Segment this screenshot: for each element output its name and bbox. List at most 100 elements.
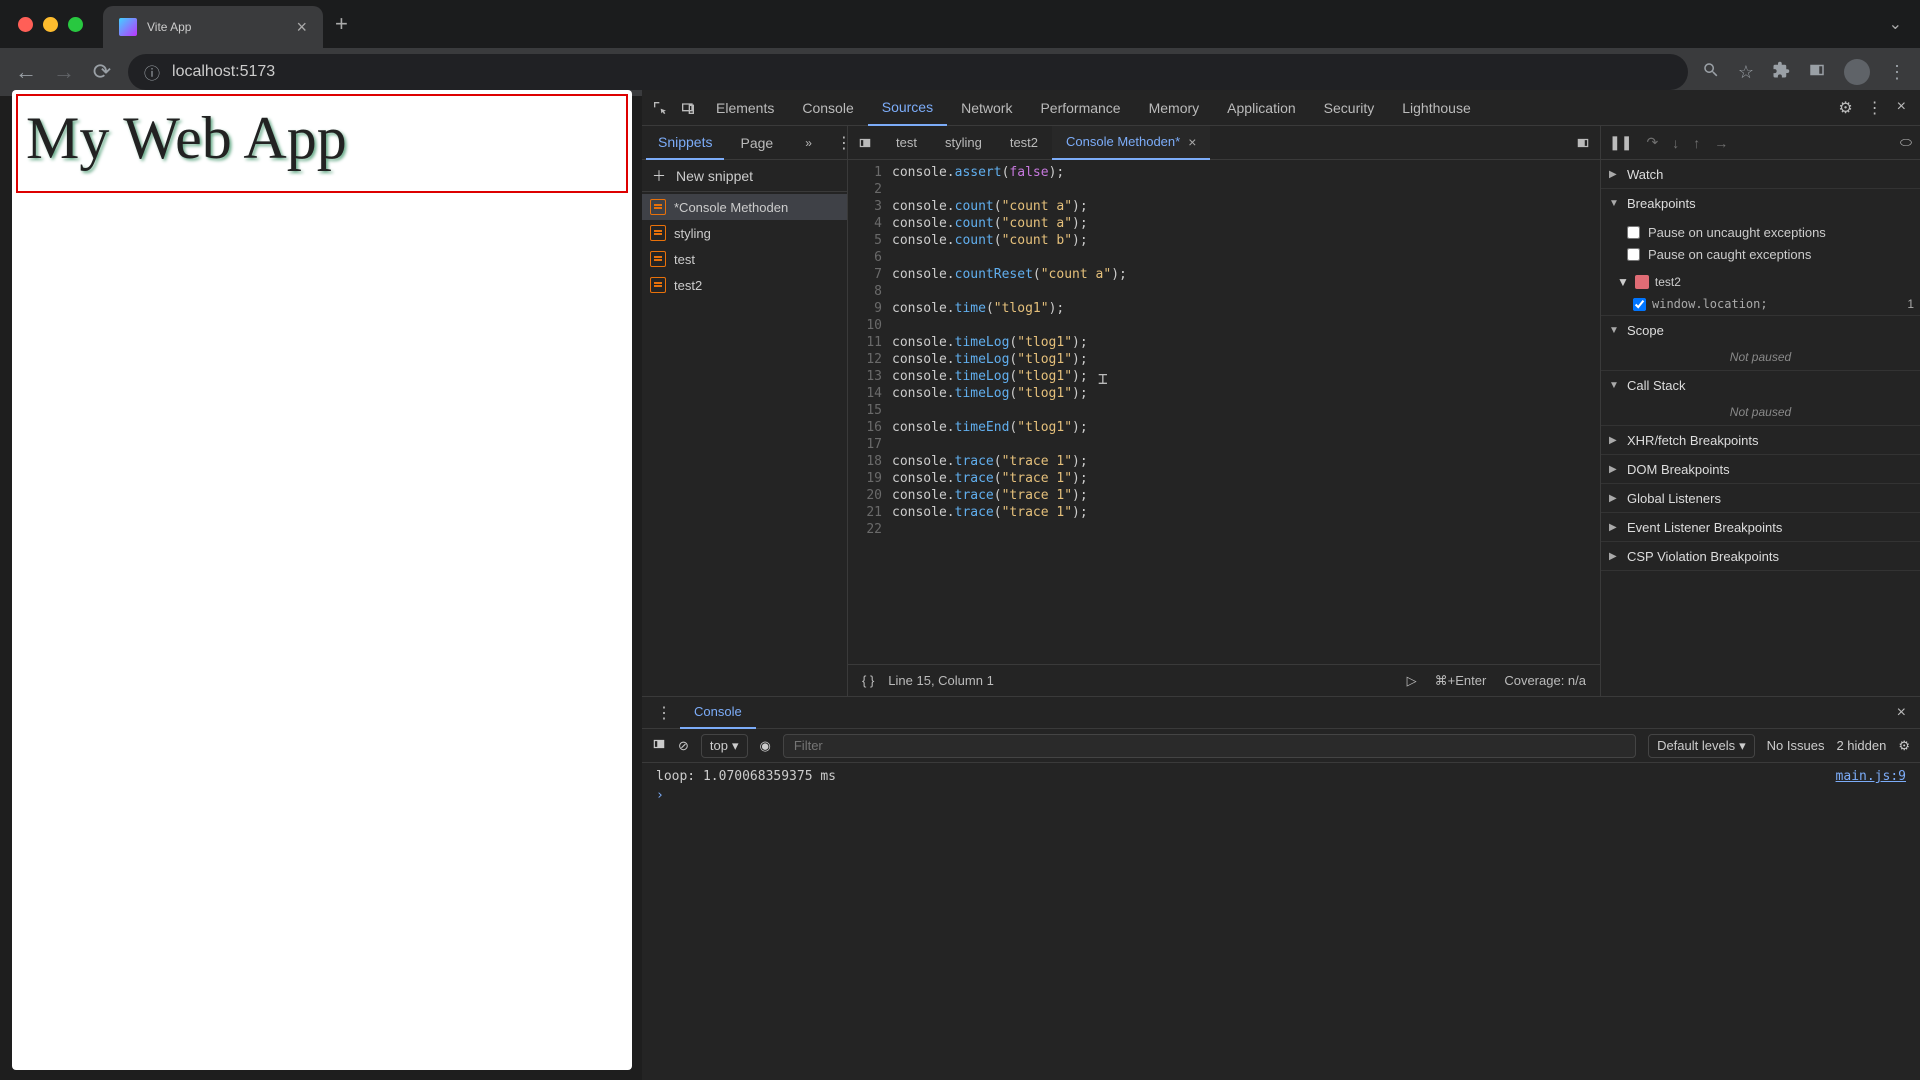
pause-icon[interactable]: ❚❚ [1609,134,1632,151]
url-text: localhost:5173 [172,63,275,81]
step-into-icon[interactable]: ↓ [1672,135,1679,151]
snippet-file-item[interactable]: styling [642,220,847,246]
scope-not-paused: Not paused [1601,344,1920,370]
toggle-sidebar-icon[interactable] [652,737,666,754]
drawer-tab-console[interactable]: Console [680,697,756,729]
devtools-tab-application[interactable]: Application [1213,90,1310,126]
csp-section[interactable]: ▶CSP Violation Breakpoints [1601,542,1920,570]
console-prompt[interactable]: › [656,784,1906,803]
side-panel-icon[interactable] [1808,61,1826,84]
toggle-navigator-icon[interactable] [848,136,882,150]
devtools-tab-network[interactable]: Network [947,90,1026,126]
editor-tab[interactable]: styling [931,126,996,160]
reload-button[interactable]: ⟳ [90,60,114,84]
live-expression-icon[interactable]: ◉ [760,738,771,754]
close-drawer-icon[interactable]: × [1897,704,1906,722]
bookmark-icon[interactable]: ☆ [1738,62,1754,83]
coverage-label: Coverage: n/a [1504,673,1586,688]
step-icon[interactable]: → [1714,135,1728,151]
code-content[interactable]: console.assert(false);console.count("cou… [892,160,1127,664]
zoom-icon[interactable] [1702,61,1720,84]
close-tab-icon[interactable]: × [1188,134,1196,150]
breakpoint-group[interactable]: ▼test2 [1601,271,1920,293]
new-tab-button[interactable]: + [335,11,348,37]
devtools-tab-performance[interactable]: Performance [1026,90,1134,126]
site-info-icon[interactable]: ⓘ [144,60,160,84]
breakpoints-section[interactable]: ▼Breakpoints [1601,189,1920,217]
settings-icon[interactable]: ⚙ [1838,98,1852,118]
context-select[interactable]: top▾ [701,734,748,758]
deactivate-breakpoints-icon[interactable]: ⬭ [1900,134,1912,151]
debugger-panel: ❚❚ ↷ ↓ ↑ → ⬭ ▶Watch ▼Breakpoints Pause o… [1600,126,1920,696]
page-title: My Web App [26,104,618,173]
tab-close-button[interactable]: × [296,17,307,38]
log-levels-select[interactable]: Default levels▾ [1648,734,1755,758]
pause-caught-checkbox[interactable]: Pause on caught exceptions [1627,243,1910,265]
hidden-count[interactable]: 2 hidden [1836,738,1886,753]
console-output[interactable]: loop: 1.070068359375 ms main.js:9 › [642,763,1920,1080]
editor-statusbar: { } Line 15, Column 1 ▷ ⌘+Enter Coverage… [848,664,1600,696]
devtools-tab-security[interactable]: Security [1310,90,1389,126]
snippet-file-list: *Console Methodenstylingtesttest2 [642,192,847,298]
inspect-element-icon[interactable] [646,100,674,116]
plus-icon: ＋ [652,166,666,186]
scope-section[interactable]: ▼Scope [1601,316,1920,344]
devtools-panel: ElementsConsoleSourcesNetworkPerformance… [642,90,1920,1080]
drawer-kebab-icon[interactable]: ⋮ [648,703,680,723]
callstack-section[interactable]: ▼Call Stack [1601,371,1920,399]
devtools-tab-memory[interactable]: Memory [1135,90,1214,126]
profile-avatar[interactable] [1844,59,1870,85]
code-editor[interactable]: 12345678910111213141516171819202122 cons… [848,160,1600,664]
snippet-file-item[interactable]: test2 [642,272,847,298]
snippet-file-icon [650,225,666,241]
tab-title: Vite App [147,20,191,34]
devtools-tab-sources[interactable]: Sources [868,90,947,126]
forward-button[interactable]: → [52,60,76,84]
new-snippet-button[interactable]: ＋ New snippet [642,160,847,192]
menu-icon[interactable]: ⋮ [1888,62,1906,83]
console-settings-icon[interactable]: ⚙ [1898,738,1910,754]
devtools-tab-elements[interactable]: Elements [702,90,788,126]
step-out-icon[interactable]: ↑ [1693,135,1700,151]
snippet-file-item[interactable]: test [642,246,847,272]
window-close-button[interactable] [18,17,33,32]
close-devtools-icon[interactable]: × [1897,98,1906,118]
run-shortcut: ⌘+Enter [1435,673,1487,689]
no-issues-label[interactable]: No Issues [1767,738,1825,753]
extensions-icon[interactable] [1772,61,1790,84]
tab-favicon [119,18,137,36]
editor-tab[interactable]: test2 [996,126,1052,160]
nav-tab-more[interactable]: » [789,126,824,160]
dom-section[interactable]: ▶DOM Breakpoints [1601,455,1920,483]
nav-tab-page[interactable]: Page [728,126,785,160]
editor-tab[interactable]: test [882,126,931,160]
tab-bar: Vite App × + ⌄ [0,0,1920,48]
devtools-tab-lighthouse[interactable]: Lighthouse [1388,90,1485,126]
nav-tab-snippets[interactable]: Snippets [646,126,724,160]
global-section[interactable]: ▶Global Listeners [1601,484,1920,512]
brackets-icon[interactable]: { } [862,673,874,688]
console-filter-input[interactable] [783,734,1636,758]
editor-tab[interactable]: Console Methoden*× [1052,126,1210,160]
device-toolbar-icon[interactable] [674,100,702,116]
more-icon[interactable]: ⋮ [1867,98,1883,118]
breakpoint-item[interactable]: window.location;1 [1601,293,1920,315]
run-snippet-icon[interactable]: ▷ [1407,673,1417,689]
back-button[interactable]: ← [14,60,38,84]
watch-section[interactable]: ▶Watch [1601,160,1920,188]
browser-tab-active[interactable]: Vite App × [103,6,323,48]
window-maximize-button[interactable] [68,17,83,32]
log-source-link[interactable]: main.js:9 [1836,769,1906,784]
event-section[interactable]: ▶Event Listener Breakpoints [1601,513,1920,541]
pause-uncaught-checkbox[interactable]: Pause on uncaught exceptions [1627,221,1910,243]
xhr-section[interactable]: ▶XHR/fetch Breakpoints [1601,426,1920,454]
window-minimize-button[interactable] [43,17,58,32]
tab-list-button[interactable]: ⌄ [1889,14,1902,34]
breakpoint-badge-icon [1635,275,1649,289]
devtools-tab-console[interactable]: Console [788,90,867,126]
clear-console-icon[interactable]: ⊘ [678,738,689,754]
url-input[interactable]: ⓘ localhost:5173 [128,54,1688,90]
snippet-file-item[interactable]: *Console Methoden [642,194,847,220]
toggle-debugger-icon[interactable] [1566,136,1600,150]
step-over-icon[interactable]: ↷ [1646,134,1658,151]
